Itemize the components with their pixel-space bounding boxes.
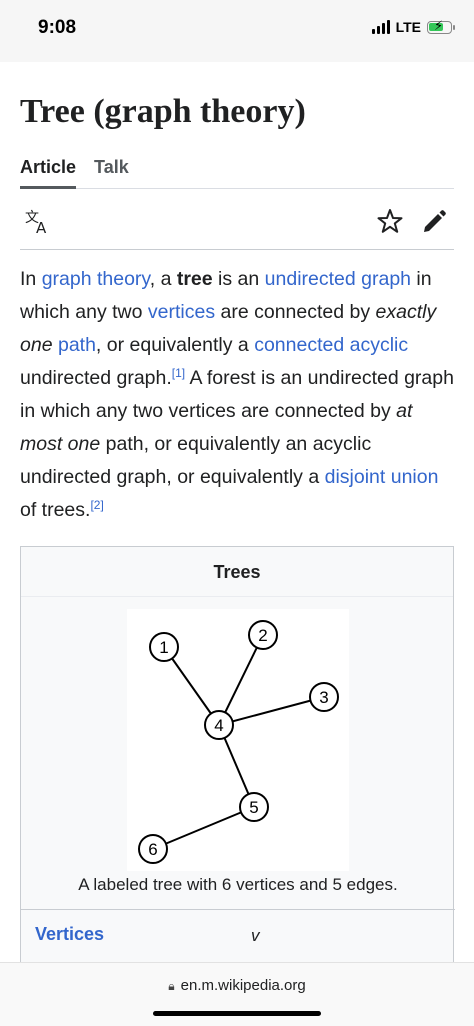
lead-text: undirected graph. (20, 367, 172, 389)
link-connected-acyclic[interactable]: connected acyclic (254, 334, 408, 356)
lead-text: of trees. (20, 499, 91, 521)
status-indicators: LTE ⚡ (371, 18, 455, 35)
battery-icon: ⚡ (427, 18, 455, 34)
signal-icon (371, 20, 390, 34)
url-text: en.m.wikipedia.org (180, 977, 306, 994)
lead-text: In (20, 268, 42, 290)
tree-node-label-4: 4 (214, 716, 223, 735)
link-vertices[interactable]: vertices (148, 301, 215, 323)
lead-text: , or equivalently a (95, 334, 255, 356)
home-indicator (153, 1011, 321, 1016)
tree-node-label-1: 1 (159, 638, 168, 657)
tree-node-label-6: 6 (148, 840, 157, 859)
infobox-title: Trees (21, 547, 453, 597)
address-bar[interactable]: 🔒︎ en.m.wikipedia.org (0, 977, 474, 994)
lock-icon: 🔒︎ (168, 979, 175, 993)
infobox-row-vertices: Vertices v (21, 909, 455, 959)
translate-icon[interactable]: 文 A (24, 207, 52, 235)
page-title: Tree (graph theory) (20, 93, 306, 130)
reference-2[interactable]: [2] (90, 498, 103, 512)
reference-1[interactable]: [1] (172, 366, 185, 380)
tree-node-label-3: 3 (319, 688, 328, 707)
link-graph-theory[interactable]: graph theory (42, 268, 150, 290)
lead-paragraph: In graph theory, a tree is an undirected… (20, 263, 460, 527)
tree-edge-3-4 (218, 696, 325, 726)
star-icon[interactable] (376, 207, 404, 235)
lead-text: is an (212, 268, 265, 290)
network-label: LTE (395, 19, 421, 35)
tree-diagram-image[interactable]: 1 2 3 4 5 6 (127, 609, 349, 871)
row-label-vertices[interactable]: Vertices (35, 924, 104, 945)
edit-pencil-icon[interactable] (420, 207, 448, 235)
status-time: 9:08 (38, 17, 77, 38)
tab-article[interactable]: Article (20, 145, 77, 189)
page-actions-toolbar: 文 A (20, 190, 454, 250)
tab-talk[interactable]: Talk (94, 145, 129, 189)
svg-text:A: A (36, 219, 47, 235)
page-tabs: Article Talk (20, 145, 454, 189)
link-undirected-graph[interactable]: undirected graph (265, 268, 411, 290)
tree-node-label-5: 5 (249, 798, 258, 817)
tree-edge-5-6 (152, 806, 255, 850)
tree-node-label-2: 2 (258, 626, 267, 645)
tree-diagram: 1 2 3 4 5 6 (138, 620, 339, 864)
row-value-vertices: v (251, 926, 260, 945)
browser-bottom-bar: 🔒︎ en.m.wikipedia.org (0, 962, 474, 1026)
term-tree: tree (176, 268, 213, 290)
link-disjoint-union[interactable]: disjoint union (325, 466, 439, 488)
lead-text: are connected by (215, 301, 376, 323)
tree-edge-2-4 (218, 634, 264, 726)
link-path[interactable]: path (58, 334, 96, 356)
infobox-caption: A labeled tree with 6 vertices and 5 edg… (78, 875, 398, 894)
status-bar: 9:08 LTE ⚡ (0, 0, 474, 62)
infobox: Trees 1 2 3 4 5 6 A labeled tree with 6 verti… (20, 546, 455, 964)
lead-text: , a (149, 268, 177, 290)
